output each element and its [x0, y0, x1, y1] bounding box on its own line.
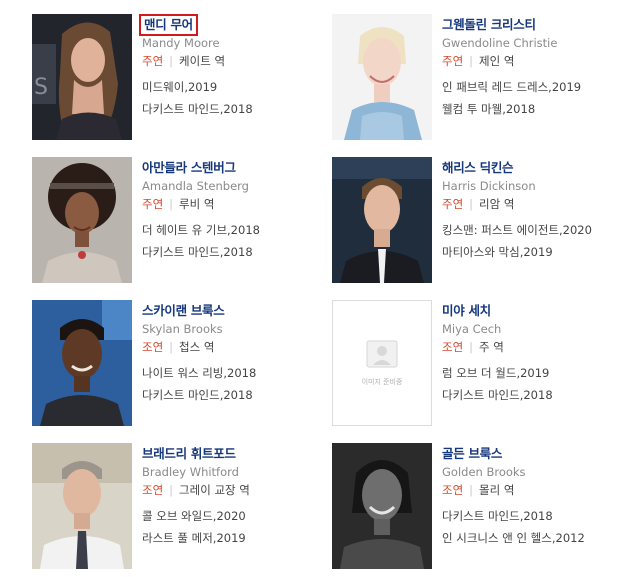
- divider: |: [169, 197, 174, 211]
- cast-name-korean[interactable]: 골든 브룩스: [442, 446, 502, 462]
- filmography: 나이트 워스 리빙,2018 다키스트 마인드,2018: [142, 365, 322, 403]
- filmography-item[interactable]: 킹스맨: 퍼스트 에이전트,2020: [442, 222, 622, 238]
- filmography: 다키스트 마인드,2018 인 시크니스 앤 인 헬스,2012: [442, 508, 622, 546]
- cast-photo[interactable]: S: [32, 14, 132, 140]
- filmography-item[interactable]: 미드웨이,2019: [142, 79, 322, 95]
- character-name: 케이트 역: [179, 54, 226, 68]
- cast-card: 브래드리 휘트포드 Bradley Whitford 조연 | 그레이 교장 역 콜…: [32, 443, 322, 571]
- cast-name-english: Miya Cech: [442, 322, 502, 336]
- cast-photo[interactable]: [32, 443, 132, 569]
- filmography: 더 헤이트 유 기브,2018 다키스트 마인드,2018: [142, 222, 322, 260]
- filmography-item[interactable]: 다키스트 마인드,2018: [142, 101, 322, 117]
- person-placeholder-icon: [366, 340, 398, 368]
- filmography: 인 패브릭 레드 드레스,2019 웰컴 투 마웰,2018: [442, 79, 622, 117]
- cast-role: 주연 | 제인 역: [442, 53, 622, 69]
- character-name: 몰리 역: [479, 483, 515, 497]
- cast-name-english: Gwendoline Christie: [442, 36, 558, 50]
- cast-name-english: Golden Brooks: [442, 465, 526, 479]
- filmography-item[interactable]: 인 시크니스 앤 인 헬스,2012: [442, 530, 622, 546]
- role-type[interactable]: 주연: [142, 197, 163, 211]
- filmography-item[interactable]: 웰컴 투 마웰,2018: [442, 101, 622, 117]
- character-name: 제인 역: [479, 54, 515, 68]
- cast-photo[interactable]: [32, 157, 132, 283]
- character-name: 그레이 교장 역: [179, 483, 250, 497]
- role-type[interactable]: 주연: [442, 54, 463, 68]
- cast-card: S 맨디 무어 Mandy Moore 주연 | 케이트 역 미드웨이,2019 다…: [32, 14, 322, 142]
- cast-role: 조연 | 그레이 교장 역: [142, 482, 322, 498]
- cast-name-korean[interactable]: 스카이랜 브룩스: [142, 303, 225, 319]
- cast-role: 주연 | 리암 역: [442, 196, 622, 212]
- cast-name-korean[interactable]: 아만들라 스텐버그: [142, 160, 236, 176]
- divider: |: [469, 483, 474, 497]
- cast-photo[interactable]: [332, 157, 432, 283]
- portrait-image: [32, 157, 132, 283]
- cast-name-korean[interactable]: 브래드리 휘트포드: [142, 446, 236, 462]
- divider: |: [469, 54, 474, 68]
- cast-card: 해리스 딕킨슨 Harris Dickinson 주연 | 리암 역 킹스맨: 퍼스…: [332, 157, 622, 285]
- role-type[interactable]: 주연: [442, 197, 463, 211]
- cast-name-english: Bradley Whitford: [142, 465, 239, 479]
- character-name: 주 역: [479, 340, 504, 354]
- cast-role: 주연 | 루비 역: [142, 196, 322, 212]
- no-image-placeholder: 이미지 준비중: [332, 300, 432, 426]
- cast-name-korean[interactable]: 미야 세치: [442, 303, 491, 319]
- portrait-image: [332, 443, 432, 569]
- cast-role: 조연 | 몰리 역: [442, 482, 622, 498]
- cast-name-english: Skylan Brooks: [142, 322, 223, 336]
- portrait-image: [332, 157, 432, 283]
- filmography: 럼 오브 더 월드,2019 다키스트 마인드,2018: [442, 365, 622, 403]
- role-type[interactable]: 조연: [442, 340, 463, 354]
- role-type[interactable]: 조연: [442, 483, 463, 497]
- cast-photo[interactable]: 이미지 준비중: [332, 300, 432, 426]
- character-name: 루비 역: [179, 197, 215, 211]
- portrait-image: [332, 14, 432, 140]
- role-type[interactable]: 주연: [142, 54, 163, 68]
- cast-card: 이미지 준비중 미야 세치 Miya Cech 조연 | 주 역 럼 오브 더 월드…: [332, 300, 622, 428]
- cast-name-english: Amandla Stenberg: [142, 179, 249, 193]
- cast-card: 아만들라 스텐버그 Amandla Stenberg 주연 | 루비 역 더 헤이트…: [32, 157, 322, 285]
- filmography-item[interactable]: 콜 오브 와일드,2020: [142, 508, 322, 524]
- cast-role: 조연 | 주 역: [442, 339, 622, 355]
- filmography-item[interactable]: 다키스트 마인드,2018: [142, 387, 322, 403]
- cast-photo[interactable]: [332, 14, 432, 140]
- cast-role: 조연 | 첩스 역: [142, 339, 322, 355]
- cast-name-korean[interactable]: 해리스 딕킨슨: [442, 160, 514, 176]
- cast-name-english: Harris Dickinson: [442, 179, 536, 193]
- cast-name-korean[interactable]: 맨디 무어: [139, 14, 198, 36]
- no-image-label: 이미지 준비중: [361, 378, 403, 386]
- filmography-item[interactable]: 마티아스와 막심,2019: [442, 244, 622, 260]
- filmography-item[interactable]: 다키스트 마인드,2018: [442, 508, 622, 524]
- filmography-item[interactable]: 라스트 풀 메저,2019: [142, 530, 322, 546]
- cast-card: 그웬돌린 크리스티 Gwendoline Christie 주연 | 제인 역 인 …: [332, 14, 622, 142]
- divider: |: [469, 340, 474, 354]
- filmography: 콜 오브 와일드,2020 라스트 풀 메저,2019: [142, 508, 322, 546]
- divider: |: [169, 483, 174, 497]
- filmography-item[interactable]: 다키스트 마인드,2018: [142, 244, 322, 260]
- divider: |: [169, 340, 174, 354]
- cast-photo[interactable]: [32, 300, 132, 426]
- cast-card: 골든 브룩스 Golden Brooks 조연 | 몰리 역 다키스트 마인드,20…: [332, 443, 622, 571]
- filmography-item[interactable]: 나이트 워스 리빙,2018: [142, 365, 322, 381]
- divider: |: [469, 197, 474, 211]
- cast-photo[interactable]: [332, 443, 432, 569]
- character-name: 리암 역: [479, 197, 515, 211]
- filmography-item[interactable]: 인 패브릭 레드 드레스,2019: [442, 79, 622, 95]
- filmography-item[interactable]: 럼 오브 더 월드,2019: [442, 365, 622, 381]
- cast-name-korean[interactable]: 그웬돌린 크리스티: [442, 17, 536, 33]
- svg-text:S: S: [34, 75, 48, 100]
- filmography: 미드웨이,2019 다키스트 마인드,2018: [142, 79, 322, 117]
- character-name: 첩스 역: [179, 340, 215, 354]
- divider: |: [169, 54, 174, 68]
- portrait-image: [32, 300, 132, 426]
- cast-card: 스카이랜 브룩스 Skylan Brooks 조연 | 첩스 역 나이트 워스 리빙…: [32, 300, 322, 428]
- cast-name-english: Mandy Moore: [142, 36, 220, 50]
- portrait-image: [32, 443, 132, 569]
- filmography: 킹스맨: 퍼스트 에이전트,2020 마티아스와 막심,2019: [442, 222, 622, 260]
- filmography-item[interactable]: 더 헤이트 유 기브,2018: [142, 222, 322, 238]
- role-type[interactable]: 조연: [142, 340, 163, 354]
- cast-role: 주연 | 케이트 역: [142, 53, 322, 69]
- role-type[interactable]: 조연: [142, 483, 163, 497]
- portrait-image: S: [32, 14, 132, 140]
- filmography-item[interactable]: 다키스트 마인드,2018: [442, 387, 622, 403]
